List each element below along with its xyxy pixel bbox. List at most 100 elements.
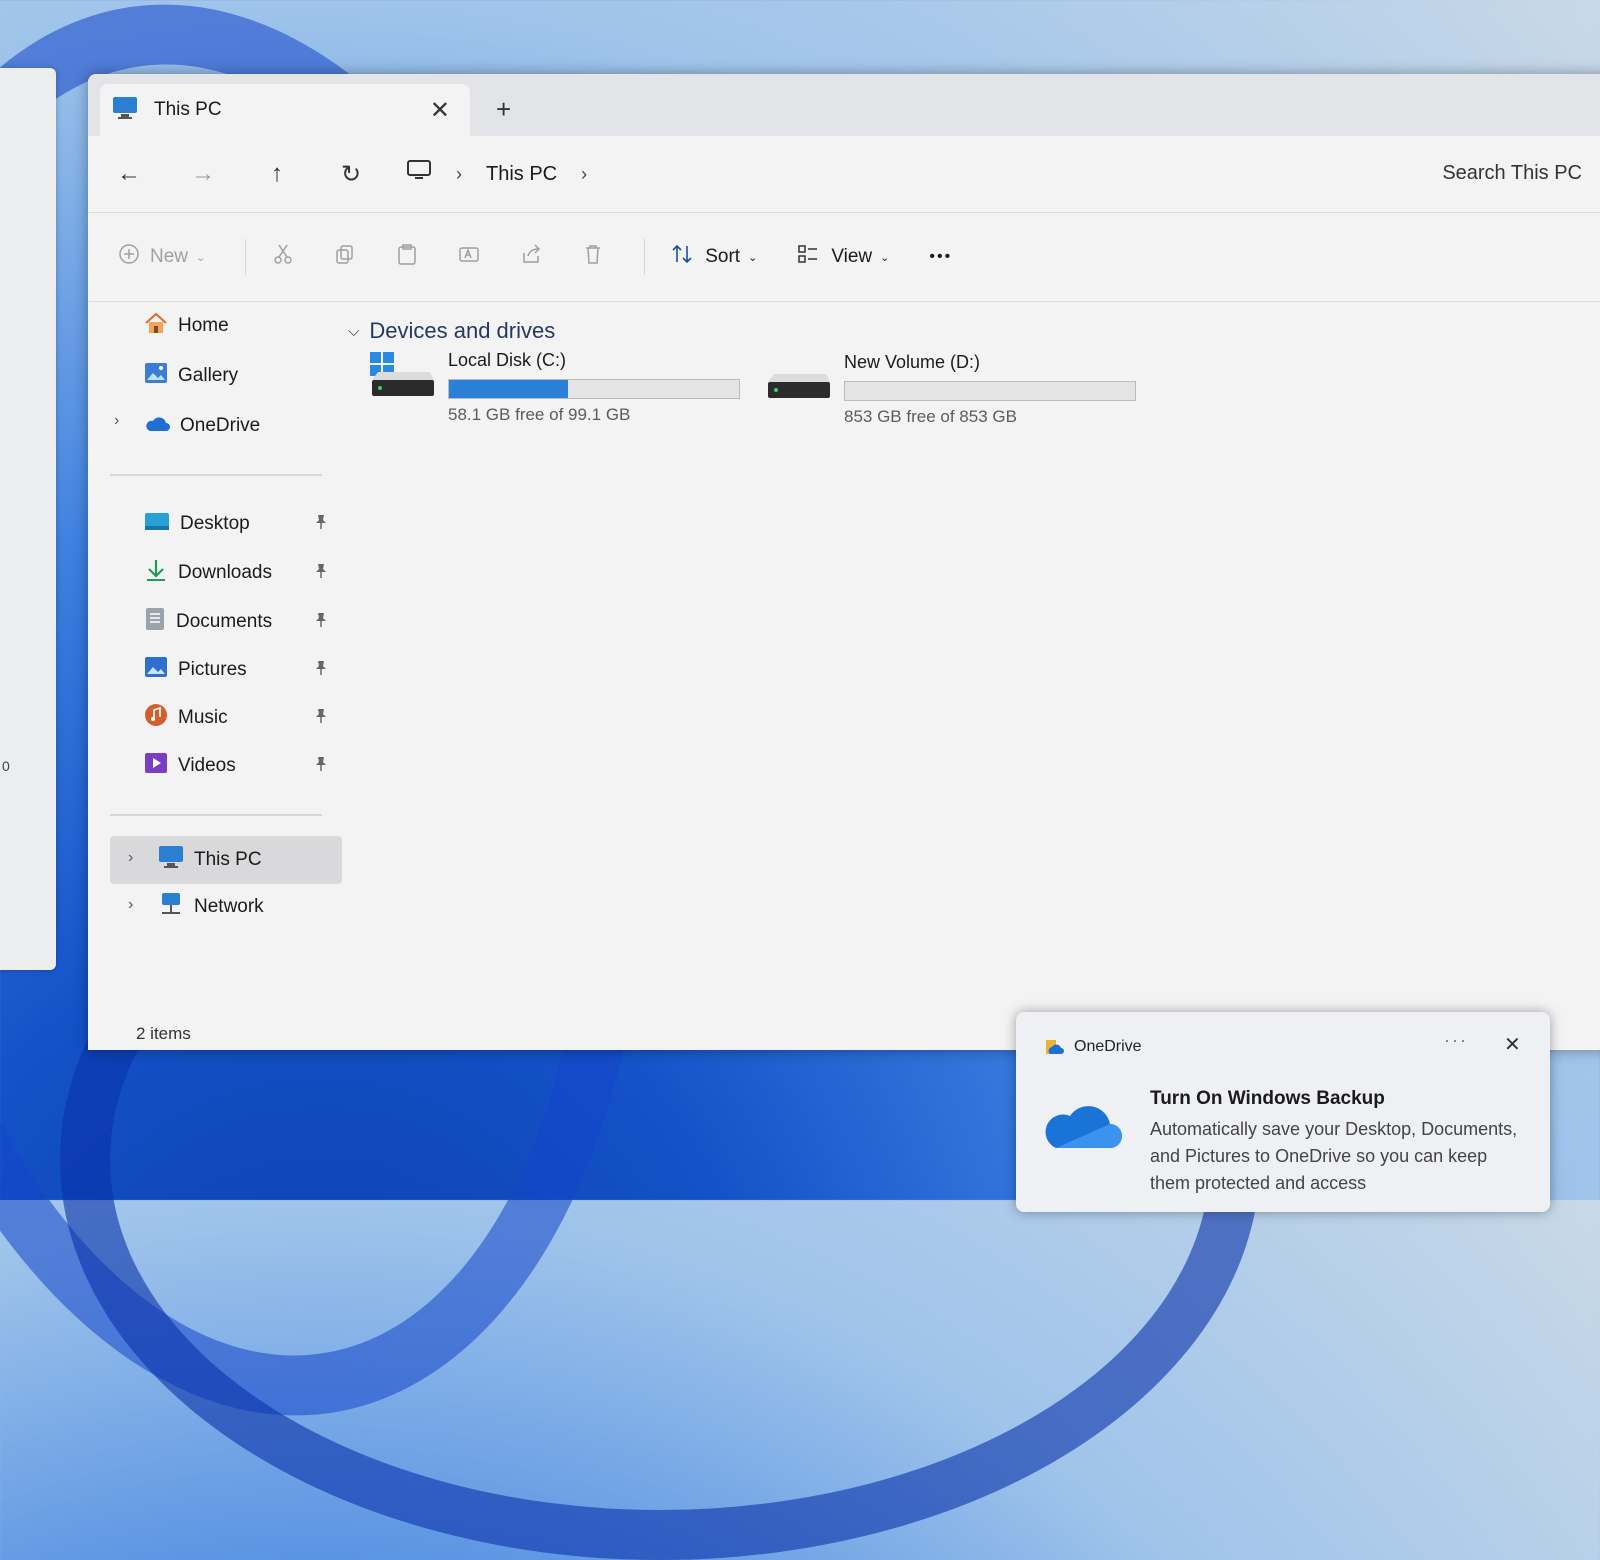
trash-icon [582,243,604,271]
sort-arrows-icon [671,243,693,271]
sidebar-label-gallery: Gallery [178,365,239,386]
navigation-pane: Home Gallery › OneDrive Desktop Download… [88,300,348,1050]
explorer-body: Home Gallery › OneDrive Desktop Download… [88,300,1600,1050]
background-window-text: 0 [2,758,10,774]
cloud-icon [144,414,170,438]
new-button[interactable]: New ⌄ [118,243,205,271]
pin-icon[interactable] [314,514,328,534]
toast-more-icon[interactable]: ··· [1444,1030,1468,1051]
copy-button[interactable] [334,243,356,271]
sidebar-item-music[interactable]: Music [144,698,228,738]
sidebar-item-downloads[interactable]: Downloads [144,553,272,593]
pin-icon[interactable] [314,756,328,776]
toast-app-name: OneDrive [1074,1038,1142,1055]
cut-button[interactable] [272,243,294,271]
monitor-outline-icon[interactable] [406,159,432,189]
background-window[interactable]: 0 [0,68,56,970]
breadcrumb-this-pc[interactable]: This PC [486,163,557,186]
drive-item-c[interactable]: Local Disk (C:) 58.1 GB free of 99.1 GB [368,350,740,425]
devices-group-header[interactable]: ⌵ Devices and drives [348,318,555,344]
toast-close-icon[interactable]: ✕ [1504,1032,1521,1057]
sidebar-item-home[interactable]: Home [144,306,229,346]
pin-icon[interactable] [314,660,328,680]
delete-button[interactable] [582,243,604,271]
status-bar-item-count: 2 items [136,1024,191,1043]
download-arrow-icon [144,558,168,588]
sidebar-label-pictures: Pictures [178,659,247,680]
devices-group-title: Devices and drives [369,318,556,343]
sidebar-label-music: Music [178,707,228,728]
sidebar-label-onedrive: OneDrive [180,415,261,436]
drive-usage-bar [448,379,740,399]
sidebar-label-downloads: Downloads [178,562,272,583]
sidebar-label-documents: Documents [176,611,273,632]
monitor-icon [158,845,184,875]
sidebar-item-pictures[interactable]: Pictures [144,650,247,690]
new-tab-button[interactable]: + [496,94,511,125]
sidebar-divider-2 [110,814,322,816]
expand-network-icon[interactable]: › [128,896,133,914]
sidebar-divider [110,474,322,476]
sort-button[interactable]: Sort ⌄ [671,243,757,271]
home-icon [144,312,168,340]
onedrive-cloud-icon [1038,1094,1124,1159]
expand-onedrive-icon[interactable]: › [114,412,119,430]
pin-icon[interactable] [314,612,328,632]
close-tab-icon[interactable]: ✕ [430,96,450,125]
sidebar-label-this-pc: This PC [194,849,262,870]
paste-button[interactable] [396,243,418,271]
sidebar-label-videos: Videos [178,755,236,776]
clipboard-icon [396,243,418,271]
sidebar-item-desktop[interactable]: Desktop [144,504,250,544]
sidebar-item-gallery[interactable]: Gallery [144,356,238,396]
view-list-icon [797,243,819,271]
file-explorer-window: This PC ✕ + ← → ↑ ↻ › This PC › Search T… [88,74,1600,1050]
sidebar-item-network[interactable]: Network [158,887,264,927]
share-button[interactable] [520,243,542,271]
sidebar-item-onedrive[interactable]: OneDrive [144,406,260,446]
address-bar: ← → ↑ ↻ › This PC › Search This PC [88,136,1600,213]
expand-this-pc-icon[interactable]: › [128,849,133,867]
breadcrumb-separator[interactable]: › [456,164,462,185]
drive-free-space: 58.1 GB free of 99.1 GB [448,405,631,424]
rename-icon [458,243,480,271]
breadcrumb[interactable]: › This PC › [406,159,611,189]
view-label: View [831,246,873,267]
refresh-button[interactable]: ↻ [314,160,388,189]
toolbar-divider-2 [644,239,646,275]
pin-icon[interactable] [314,708,328,728]
document-icon [144,607,166,637]
plus-circle-icon [118,243,140,271]
pin-icon[interactable] [314,563,328,583]
scissors-icon [272,243,294,271]
view-button[interactable]: View ⌄ [797,243,889,271]
hard-drive-icon [764,352,834,427]
windows-drive-icon [368,350,438,425]
rename-button[interactable] [458,243,480,271]
drive-free-space: 853 GB free of 853 GB [844,407,1017,426]
tab-this-pc[interactable]: This PC ✕ [100,84,470,136]
chevron-down-icon: ⌄ [196,251,206,264]
sidebar-item-videos[interactable]: Videos [144,746,236,786]
sidebar-item-documents[interactable]: Documents [144,602,272,642]
sort-label: Sort [705,246,741,267]
forward-button[interactable]: → [166,160,240,188]
toast-title: Turn On Windows Backup [1150,1088,1385,1109]
up-button[interactable]: ↑ [240,160,314,188]
chevron-down-icon: ⌄ [880,251,890,264]
breadcrumb-separator-end[interactable]: › [581,164,587,185]
pictures-icon [144,655,168,685]
copy-icon [334,243,356,271]
toast-body: Automatically save your Desktop, Documen… [1150,1119,1518,1193]
new-label: New [150,246,189,267]
see-more-button[interactable]: ••• [929,248,952,266]
drive-item-d[interactable]: New Volume (D:) 853 GB free of 853 GB [764,352,1136,427]
network-icon [158,892,184,922]
drive-name: Local Disk (C:) [448,350,567,370]
sidebar-item-this-pc[interactable]: This PC [158,840,262,880]
drive-usage-bar [844,381,1136,401]
onedrive-notification[interactable]: OneDrive ··· ✕ Turn On Windows Backup Au… [1016,1012,1550,1212]
more-icon: ••• [929,248,953,265]
search-input[interactable]: Search This PC [1442,162,1582,185]
back-button[interactable]: ← [92,160,166,188]
